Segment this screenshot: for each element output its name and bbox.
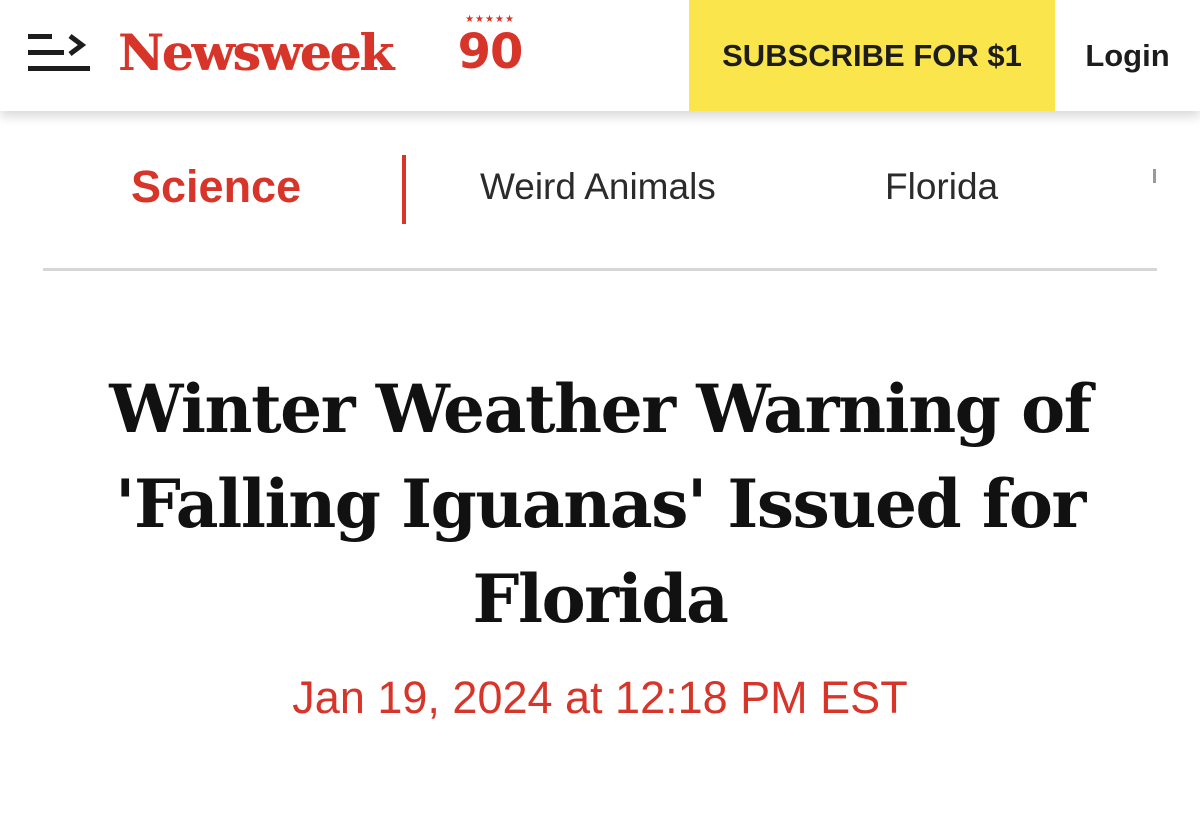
menu-arrow-icon — [28, 34, 90, 71]
site-header: Newsweek ★★★★★ 90 SUBSCRIBE FOR $1 Login — [0, 0, 1200, 111]
tag-weird-animals[interactable]: Weird Animals — [480, 163, 716, 211]
newsweek-logo[interactable]: Newsweek — [118, 22, 394, 84]
article-tags: Science Weird Animals Florida — [0, 111, 1200, 271]
tag-overflow-hint — [1153, 169, 1156, 183]
login-button[interactable]: Login — [1055, 0, 1200, 111]
tag-divider — [402, 155, 406, 224]
article-dateline: Jan 19, 2024 at 12:18 PM EST — [292, 672, 908, 723]
section-divider — [43, 268, 1157, 271]
article-headline: Winter Weather Warning of 'Falling Iguan… — [109, 370, 1092, 638]
anniversary-badge: ★★★★★ 90 — [457, 14, 524, 86]
tag-florida[interactable]: Florida — [885, 163, 998, 211]
anniversary-number: 90 — [457, 24, 524, 80]
menu-button[interactable] — [24, 28, 92, 78]
tag-science[interactable]: Science — [131, 159, 301, 215]
subscribe-button[interactable]: SUBSCRIBE FOR $1 — [689, 0, 1055, 111]
